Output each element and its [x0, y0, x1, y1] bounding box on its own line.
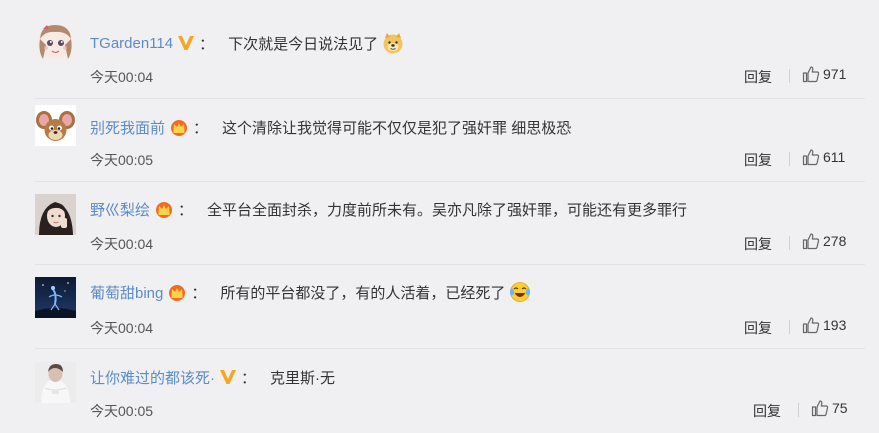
like-count: 75 [832, 400, 848, 416]
reply-button[interactable]: 回复 [744, 150, 772, 170]
action-divider [789, 236, 790, 250]
crown-badge-icon[interactable] [167, 283, 187, 301]
reply-button[interactable]: 回复 [753, 401, 781, 421]
thumbs-up-icon [802, 233, 820, 250]
colon-separator: ： [191, 284, 207, 302]
avatar[interactable] [35, 21, 76, 62]
username-link[interactable]: 别死我面前 [90, 117, 165, 138]
doge-emoji-icon [382, 32, 404, 54]
comment-text: 所有的平台都没了，有的人活着，已经死了 [220, 284, 506, 302]
like-button[interactable]: 611 [802, 148, 845, 166]
like-count: 278 [823, 233, 847, 249]
like-count: 611 [823, 149, 846, 165]
comment-line: 别死我面前 ： 这个清除让我觉得可能不仅仅是犯了强奸罪 细思极恐 [90, 116, 571, 138]
like-button[interactable]: 75 [811, 399, 848, 417]
comment-time: 今天00:04 [90, 320, 154, 336]
comment-time: 今天00:04 [90, 236, 154, 252]
like-count: 193 [823, 317, 847, 333]
laugh-cry-emoji-icon [509, 281, 531, 303]
like-count: 971 [823, 66, 847, 82]
comment-line: 葡萄甜bing ： 所有的平台都没了，有的人活着，已经死了 [90, 281, 531, 303]
username-link[interactable]: 葡萄甜bing [90, 282, 163, 303]
thumbs-up-icon [802, 149, 820, 166]
comment-item: 别死我面前 ： 这个清除让我觉得可能不仅仅是犯了强奸罪 细思极恐 今天00:05… [0, 84, 879, 168]
crown-badge-icon[interactable] [169, 118, 189, 136]
comment-item: TGarden114 ： 下次就是今日说法见了 今天00:04 回复 971 [0, 0, 879, 85]
comment-text: 这个清除让我觉得可能不仅仅是犯了强奸罪 细思极恐 [222, 119, 572, 137]
comment-item: 野巛梨绘 ： 全平台全面封杀，力度前所未有。吴亦凡除了强奸罪，可能还有更多罪行 … [0, 168, 879, 252]
v-badge-icon[interactable] [219, 369, 237, 385]
comment-list: TGarden114 ： 下次就是今日说法见了 今天00:04 回复 971 别… [0, 0, 879, 433]
like-button[interactable]: 971 [802, 65, 846, 83]
reply-button[interactable]: 回复 [744, 318, 772, 338]
colon-separator: ： [178, 201, 194, 219]
comment-line: TGarden114 ： 下次就是今日说法见了 [90, 32, 404, 54]
username-link[interactable]: 野巛梨绘 [90, 199, 150, 220]
comment-text: 全平台全面封杀，力度前所未有。吴亦凡除了强奸罪，可能还有更多罪行 [207, 201, 688, 219]
comment-item: 葡萄甜bing ： 所有的平台都没了，有的人活着，已经死了 今天00:04 回复… [0, 252, 879, 336]
comment-item: 让你难过的都该死· ： 克里斯·无 今天00:05 回复 75 [0, 336, 879, 420]
colon-separator: ： [241, 369, 257, 387]
comment-time: 今天00:05 [90, 403, 154, 419]
avatar[interactable] [35, 105, 76, 146]
comment-text: 克里斯·无 [270, 369, 336, 387]
avatar[interactable] [35, 194, 76, 235]
like-button[interactable]: 278 [802, 232, 846, 250]
action-divider [789, 152, 790, 166]
thumbs-up-icon [802, 66, 820, 83]
avatar[interactable] [35, 362, 76, 403]
colon-separator: ： [199, 35, 215, 53]
comment-time: 今天00:05 [90, 152, 154, 168]
reply-button[interactable]: 回复 [744, 234, 772, 254]
username-link[interactable]: 让你难过的都该死· [90, 367, 215, 388]
like-button[interactable]: 193 [802, 316, 846, 334]
colon-separator: ： [193, 119, 209, 137]
thumbs-up-icon [802, 317, 820, 334]
comment-line: 野巛梨绘 ： 全平台全面封杀，力度前所未有。吴亦凡除了强奸罪，可能还有更多罪行 [90, 198, 687, 220]
comment-text: 下次就是今日说法见了 [228, 35, 379, 53]
action-divider [798, 403, 799, 417]
username-link[interactable]: TGarden114 [90, 35, 173, 52]
avatar[interactable] [35, 277, 76, 318]
action-divider [789, 320, 790, 334]
thumbs-up-icon [811, 400, 829, 417]
crown-badge-icon[interactable] [154, 200, 174, 218]
comment-line: 让你难过的都该死· ： 克里斯·无 [90, 366, 335, 388]
v-badge-icon[interactable] [177, 35, 195, 51]
action-divider [789, 69, 790, 83]
